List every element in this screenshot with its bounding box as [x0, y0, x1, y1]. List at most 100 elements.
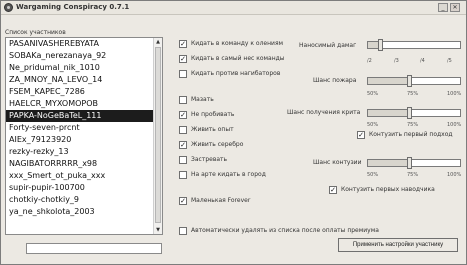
player-list-item[interactable]: FSEM_KAPEC_7286 — [6, 86, 154, 98]
title-bar: Wargaming Conspiracy 0.7.1 _ ✕ — [1, 1, 466, 15]
concussion-chance-label: Шанс контузии — [313, 159, 362, 166]
option-row[interactable]: Живить опыт — [179, 126, 234, 135]
option-label: Кидать в команду к олениям — [191, 40, 284, 47]
scroll-down-icon[interactable]: ▼ — [154, 226, 162, 234]
option-label: Автоматически удалять из списка после оп… — [191, 227, 379, 234]
player-list-item[interactable]: supir-pupir-100700 — [6, 182, 154, 194]
slider-fill — [368, 110, 407, 116]
players-list-label: Список участников — [5, 29, 66, 36]
scroll-thumb[interactable] — [155, 47, 161, 223]
option-row[interactable]: ✓ Живить серебро — [179, 141, 243, 150]
option-row[interactable]: Мазать — [179, 96, 214, 105]
option-label: Маленькая Forever — [191, 197, 251, 204]
checkbox-icon[interactable] — [179, 70, 187, 78]
option-label: Кидать против нагибаторов — [191, 70, 281, 77]
slider-knob[interactable] — [378, 39, 383, 51]
crit-extra-row[interactable]: ✓ Контузить первый подход — [357, 131, 453, 140]
option-row[interactable]: ✓ Маленькая Forever — [179, 197, 250, 206]
app-window: Wargaming Conspiracy 0.7.1 _ ✕ Список уч… — [0, 0, 467, 265]
tick-label: 75% — [407, 91, 419, 97]
option-row[interactable]: ✓ Кидать в самый нес команды — [179, 55, 285, 64]
crit-chance-label: Шанс получения крита — [287, 109, 361, 116]
player-list-item[interactable]: ZA_MNOY_NA_LEVO_14 — [6, 74, 154, 86]
slider-fill — [368, 160, 407, 166]
concussion-chance-slider[interactable] — [367, 157, 461, 169]
crit-extra-label: Контузить первый подход — [369, 131, 453, 138]
tick-label: /5 — [447, 58, 452, 64]
tick-label: 50% — [367, 91, 379, 97]
player-list-item[interactable]: ya_ne_shkolota_2003 — [6, 206, 154, 218]
option-label: Не пробивать — [191, 111, 235, 118]
player-list-item[interactable]: PAPKA-NoGeBaTeL_111 — [6, 110, 154, 122]
tick-label: /2 — [367, 58, 372, 64]
option-label: Живить опыт — [191, 126, 234, 133]
checkbox-icon[interactable]: ✓ — [179, 197, 187, 205]
close-button[interactable]: ✕ — [450, 3, 460, 12]
player-list-item[interactable]: Forty-seven-prcnt — [6, 122, 154, 134]
player-list-item[interactable]: SOBAKa_nerezanaya_92 — [6, 50, 154, 62]
option-row[interactable]: На арте кидать в город — [179, 171, 266, 180]
checkbox-icon[interactable] — [179, 96, 187, 104]
player-list-item[interactable]: rezky-rezky_13 — [6, 146, 154, 158]
window-title: Wargaming Conspiracy 0.7.1 — [16, 3, 130, 11]
checkbox-icon[interactable] — [179, 156, 187, 164]
checkbox-icon[interactable]: ✓ — [179, 55, 187, 63]
concussion-extra-row[interactable]: ✓ Контузить первых наводчика — [329, 186, 435, 195]
fire-chance-ticks: 50% 75% 100% — [367, 91, 461, 99]
players-listbox[interactable]: PASANIVASHEREBYATA SOBAKa_nerezanaya_92 Ne… — [5, 37, 163, 235]
slider-fill — [368, 78, 407, 84]
tick-label: 50% — [367, 122, 379, 128]
player-list-item[interactable]: PASANIVASHEREBYATA — [6, 38, 154, 50]
crit-chance-ticks: 50% 75% 100% — [367, 122, 461, 130]
damage-label: Наносимый дамаг — [299, 42, 357, 49]
minimize-button[interactable]: _ — [438, 3, 448, 12]
damage-slider[interactable] — [367, 39, 461, 51]
player-list-item[interactable]: chotkiy-chotkiy_9 — [6, 194, 154, 206]
checkbox-icon[interactable]: ✓ — [179, 40, 187, 48]
concussion-extra-label: Контузить первых наводчика — [341, 186, 435, 193]
checkbox-icon[interactable] — [179, 227, 187, 235]
crit-chance-slider[interactable] — [367, 107, 461, 119]
fire-chance-label: Шанс пожара — [313, 77, 357, 84]
slider-knob[interactable] — [407, 107, 412, 119]
tick-label: 100% — [447, 91, 462, 97]
option-row[interactable]: Кидать против нагибаторов — [179, 70, 280, 79]
tick-label: 100% — [447, 122, 462, 128]
option-row[interactable]: ✓ Кидать в команду к олениям — [179, 40, 283, 49]
option-label: Живить серебро — [191, 141, 244, 148]
player-list-item[interactable]: xxx_Smert_ot_puka_xxx — [6, 170, 154, 182]
checkbox-icon[interactable]: ✓ — [179, 141, 187, 149]
option-row[interactable]: ✓ Не пробивать — [179, 111, 234, 120]
tick-label: 75% — [407, 122, 419, 128]
checkbox-icon[interactable] — [179, 126, 187, 134]
option-label: Кидать в самый нес команды — [191, 55, 285, 62]
nickname-input[interactable] — [26, 243, 162, 254]
apply-settings-button[interactable]: Применить настройки участнику — [338, 238, 458, 252]
checkbox-icon[interactable]: ✓ — [329, 186, 337, 194]
option-row[interactable]: Автоматически удалять из списка после оп… — [179, 227, 379, 236]
tick-label: 50% — [367, 172, 379, 178]
slider-knob[interactable] — [407, 157, 412, 169]
players-list: PASANIVASHEREBYATA SOBAKa_nerezanaya_92 Ne… — [6, 38, 154, 218]
option-row[interactable]: Застревать — [179, 156, 227, 165]
option-label: Мазать — [191, 96, 214, 103]
player-list-item[interactable]: HAELCR_MYXOMOPOB — [6, 98, 154, 110]
tick-label: 75% — [407, 172, 419, 178]
option-label: На арте кидать в город — [191, 171, 266, 178]
player-list-item[interactable]: Ne_pridumal_nik_1010 — [6, 62, 154, 74]
scroll-up-icon[interactable]: ▲ — [154, 38, 162, 46]
fire-chance-slider[interactable] — [367, 75, 461, 87]
slider-knob[interactable] — [407, 75, 412, 87]
concussion-chance-ticks: 50% 75% 100% — [367, 172, 461, 180]
tick-label: /4 — [420, 58, 425, 64]
tick-label: 100% — [447, 172, 462, 178]
player-list-item[interactable]: AIEx_79123920 — [6, 134, 154, 146]
checkbox-icon[interactable]: ✓ — [179, 111, 187, 119]
slider-fill — [368, 42, 378, 48]
option-label: Застревать — [191, 156, 228, 163]
list-scrollbar[interactable]: ▲ ▼ — [153, 38, 162, 234]
checkbox-icon[interactable] — [179, 171, 187, 179]
player-list-item[interactable]: NAGIBATORRRRR_x98 — [6, 158, 154, 170]
checkbox-icon[interactable]: ✓ — [357, 131, 365, 139]
tick-label: /3 — [394, 58, 399, 64]
